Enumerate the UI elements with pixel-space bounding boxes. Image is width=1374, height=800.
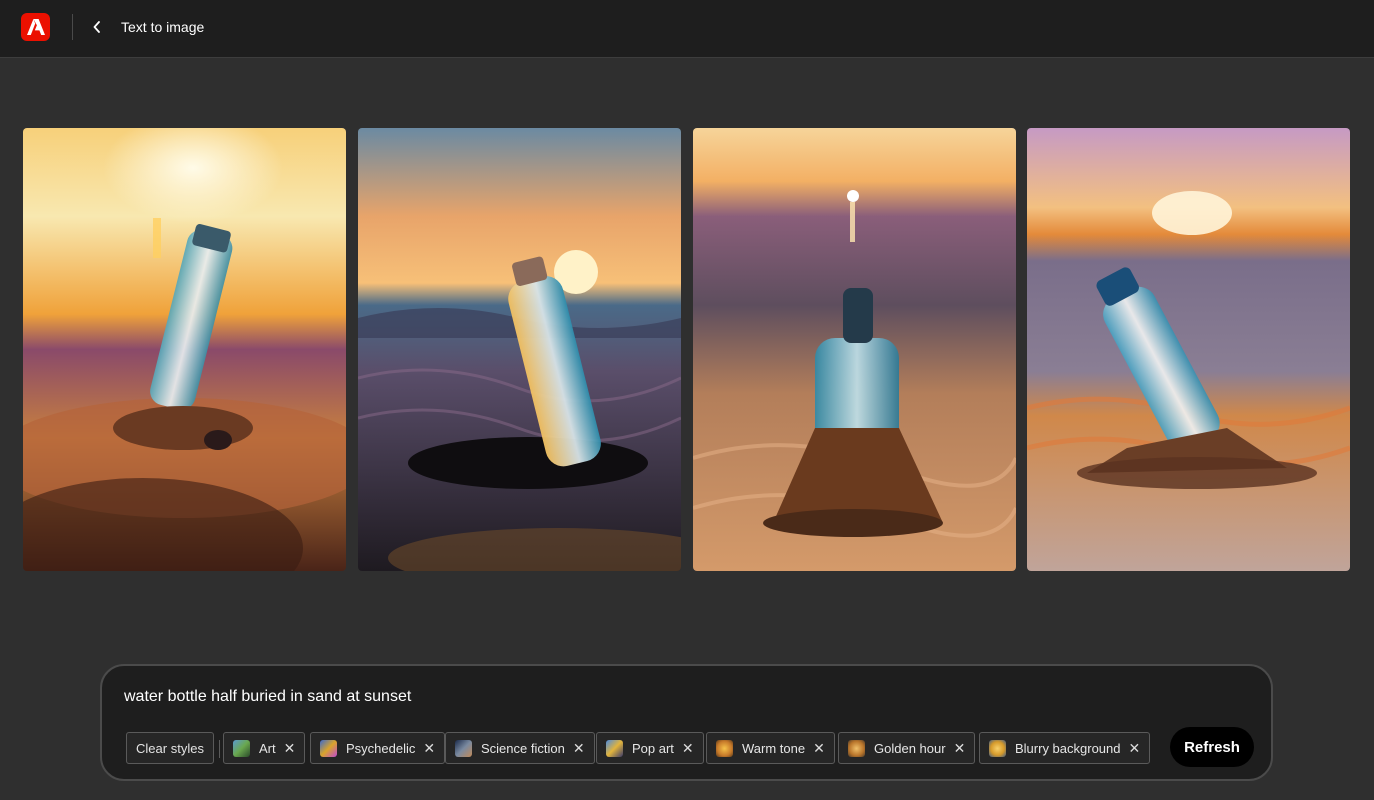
chip-label: Pop art [632, 740, 674, 756]
page-title: Text to image [121, 19, 205, 35]
style-chip-golden-hour[interactable]: Golden hour ✕ [838, 732, 976, 764]
top-bar: Text to image [0, 0, 1374, 58]
chip-label: Psychedelic [346, 740, 416, 756]
generated-image-1[interactable] [23, 128, 346, 571]
image-gallery [23, 128, 1351, 571]
chevron-left-icon [93, 21, 100, 33]
chip-label: Science fiction [481, 740, 565, 756]
generated-image-3[interactable] [693, 128, 1016, 571]
adobe-logo-icon[interactable] [21, 13, 50, 41]
close-icon[interactable]: ✕ [284, 740, 296, 757]
pop-art-style-icon [606, 739, 623, 757]
chip-label: Art [259, 740, 276, 756]
close-icon[interactable]: ✕ [954, 740, 966, 757]
chip-label: Golden hour [874, 740, 946, 756]
style-chip-pop-art[interactable]: Pop art ✕ [596, 732, 704, 764]
style-chip-blurry-background[interactable]: Blurry background ✕ [979, 732, 1151, 764]
back-button[interactable] [86, 15, 108, 39]
chip-label: Blurry background [1015, 740, 1121, 756]
close-icon[interactable]: ✕ [423, 740, 435, 757]
style-chip-art[interactable]: Art ✕ [223, 732, 306, 764]
close-icon[interactable]: ✕ [1129, 740, 1141, 757]
refresh-button[interactable]: Refresh [1170, 727, 1254, 767]
style-chip-science-fiction[interactable]: Science fiction ✕ [445, 732, 595, 764]
style-chip-psychedelic[interactable]: Psychedelic ✕ [310, 732, 446, 764]
golden-hour-style-icon [848, 739, 865, 757]
chip-label: Warm tone [742, 740, 806, 756]
generated-image-4[interactable] [1027, 128, 1350, 571]
blurry-background-style-icon [989, 739, 1006, 757]
generated-image-2[interactable] [358, 128, 681, 571]
clear-styles-button[interactable]: Clear styles [126, 732, 214, 764]
art-style-icon [233, 739, 250, 757]
psychedelic-style-icon [320, 739, 337, 757]
prompt-input[interactable]: water bottle half buried in sand at suns… [124, 688, 411, 706]
chip-divider [219, 740, 220, 758]
prompt-panel: water bottle half buried in sand at suns… [100, 664, 1273, 781]
close-icon[interactable]: ✕ [682, 740, 694, 757]
header-divider [72, 14, 73, 40]
warm-tone-style-icon [716, 739, 733, 757]
style-chip-warm-tone[interactable]: Warm tone ✕ [706, 732, 835, 764]
science-fiction-style-icon [455, 739, 472, 757]
close-icon[interactable]: ✕ [573, 740, 585, 757]
close-icon[interactable]: ✕ [813, 740, 825, 757]
